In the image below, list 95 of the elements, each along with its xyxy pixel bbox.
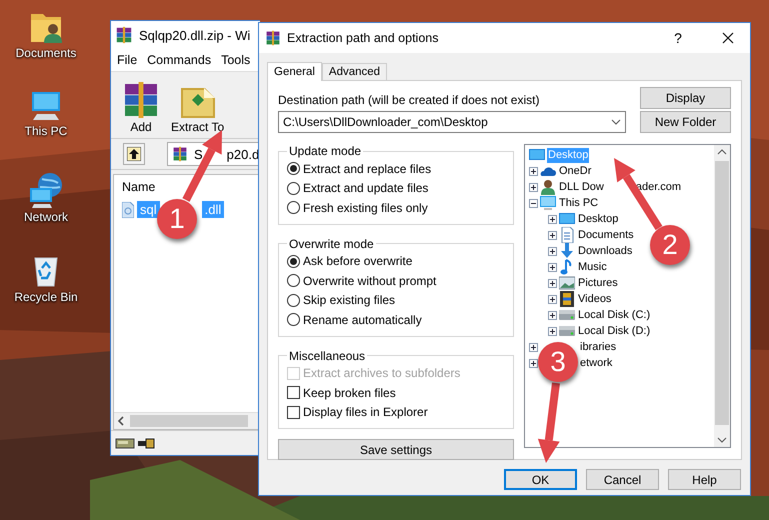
desktop-icon-label[interactable]: Documents [16,46,76,60]
expand-toggle[interactable] [548,326,557,336]
desktop-icon-label[interactable]: Recycle Bin [14,290,78,304]
checkbox[interactable] [287,386,300,400]
option-label[interactable]: Overwrite without prompt [303,274,436,288]
drive-icon [559,323,575,339]
toolbar-button[interactable]: Add [119,80,163,134]
option-label[interactable]: Fresh existing files only [303,200,428,215]
group-title: Overwrite mode [288,236,375,250]
tree-item[interactable]: Pictures [577,276,619,290]
up-button[interactable] [123,143,145,165]
chevron-down-icon [611,119,621,125]
tree-item[interactable]: ibraries [579,340,618,354]
picture-icon [559,275,575,291]
tree-item[interactable]: DLL Dow [558,180,605,194]
tree-item[interactable]: Local Disk (D:) [577,324,652,338]
desktop-icon [559,211,575,227]
archive-icon [265,30,281,46]
option-label[interactable]: Extract and replace files [303,162,432,176]
radio-button[interactable] [287,274,300,288]
desktop-icon-label[interactable]: This PC [24,124,68,138]
option-label[interactable]: Skip existing files [303,293,396,308]
side-button[interactable]: New Folder [640,111,731,133]
network-icon [28,172,64,208]
expand-toggle[interactable] [548,262,557,272]
file-icon [122,202,134,218]
expand-toggle[interactable] [548,310,557,320]
dialog-title: Extraction path and options [287,31,440,45]
pointer-arrow [182,130,222,202]
destination-path-field[interactable]: C:\Users\DllDownloader_com\Desktop [278,111,626,133]
group-title: Miscellaneous [288,348,366,362]
expand-toggle[interactable] [548,214,557,224]
group-title: Update mode [288,144,362,158]
tab[interactable]: Advanced [322,63,388,80]
tab[interactable]: General [267,62,322,81]
film-icon [559,291,575,307]
radio-button[interactable] [287,313,300,326]
checkbox[interactable] [287,406,300,419]
scrollbar-thumb[interactable] [715,161,729,425]
window-title: Sqlqp20.dll.zip - Wi [139,28,250,42]
side-button[interactable]: Display [640,87,731,109]
tree-item[interactable]: Documents [577,228,635,242]
menu-item[interactable]: File [117,53,138,67]
drive-icon [115,436,135,450]
help-button[interactable]: ? [656,23,700,53]
download-icon [559,243,575,259]
computer-icon [540,195,556,211]
dialog-button[interactable]: Help [668,469,741,490]
radio-button[interactable] [287,294,300,307]
tree-item[interactable]: Local Disk (C:) [577,308,652,322]
dialog-button[interactable]: OK [504,469,577,490]
up-arrow-icon [127,147,141,161]
tree-item[interactable]: Desktop [577,212,620,226]
expand-toggle[interactable] [548,230,557,240]
radio-button[interactable] [287,182,300,195]
drive-icon [559,307,575,323]
archive-icon [172,146,188,162]
tree-item[interactable]: Music [577,260,608,274]
expand-toggle[interactable] [529,182,538,192]
expand-toggle[interactable] [548,246,557,256]
expand-toggle[interactable] [548,278,557,288]
option-label[interactable]: Ask before overwrite [303,254,412,268]
desktop-icon [529,147,545,163]
document-icon [559,227,575,243]
radio-button[interactable] [287,201,300,214]
save-settings-button[interactable]: Save settings [278,439,514,460]
close-icon [722,32,734,44]
tree-item[interactable]: Downloads [577,244,634,258]
option-label[interactable]: Rename automatically [303,312,422,327]
tree-item[interactable]: ader.com [634,180,682,194]
expand-toggle[interactable] [548,294,557,304]
menu-item[interactable]: Tools [221,53,250,67]
archive-icon [115,26,133,44]
desktop-icon-label[interactable]: Network [24,210,68,224]
expand-toggle[interactable] [529,198,538,208]
option-label[interactable]: Extract and update files [303,181,428,196]
menu-item[interactable]: Commands [147,53,212,67]
tree-item[interactable]: Videos [577,292,612,306]
expand-toggle[interactable] [529,358,538,368]
key-icon [137,436,155,450]
tree-item[interactable]: etwork [579,356,614,370]
radio-button[interactable] [287,254,300,268]
tree-item[interactable]: This PC [558,196,600,210]
toolbar-button[interactable]: Extract To [169,80,226,134]
dialog-button[interactable]: Cancel [586,469,659,490]
option-label[interactable]: Display files in Explorer [303,405,428,420]
computer-icon [29,90,63,122]
person-icon [540,179,556,195]
expand-toggle[interactable] [529,342,538,352]
option-label[interactable]: Keep broken files [303,386,396,400]
expand-toggle[interactable] [529,166,538,176]
tree-item[interactable]: OneDr [558,164,592,178]
radio-button[interactable] [287,162,300,176]
column-header[interactable]: Name [114,175,164,199]
field-label: Destination path (will be created if does not exist) [278,93,540,107]
